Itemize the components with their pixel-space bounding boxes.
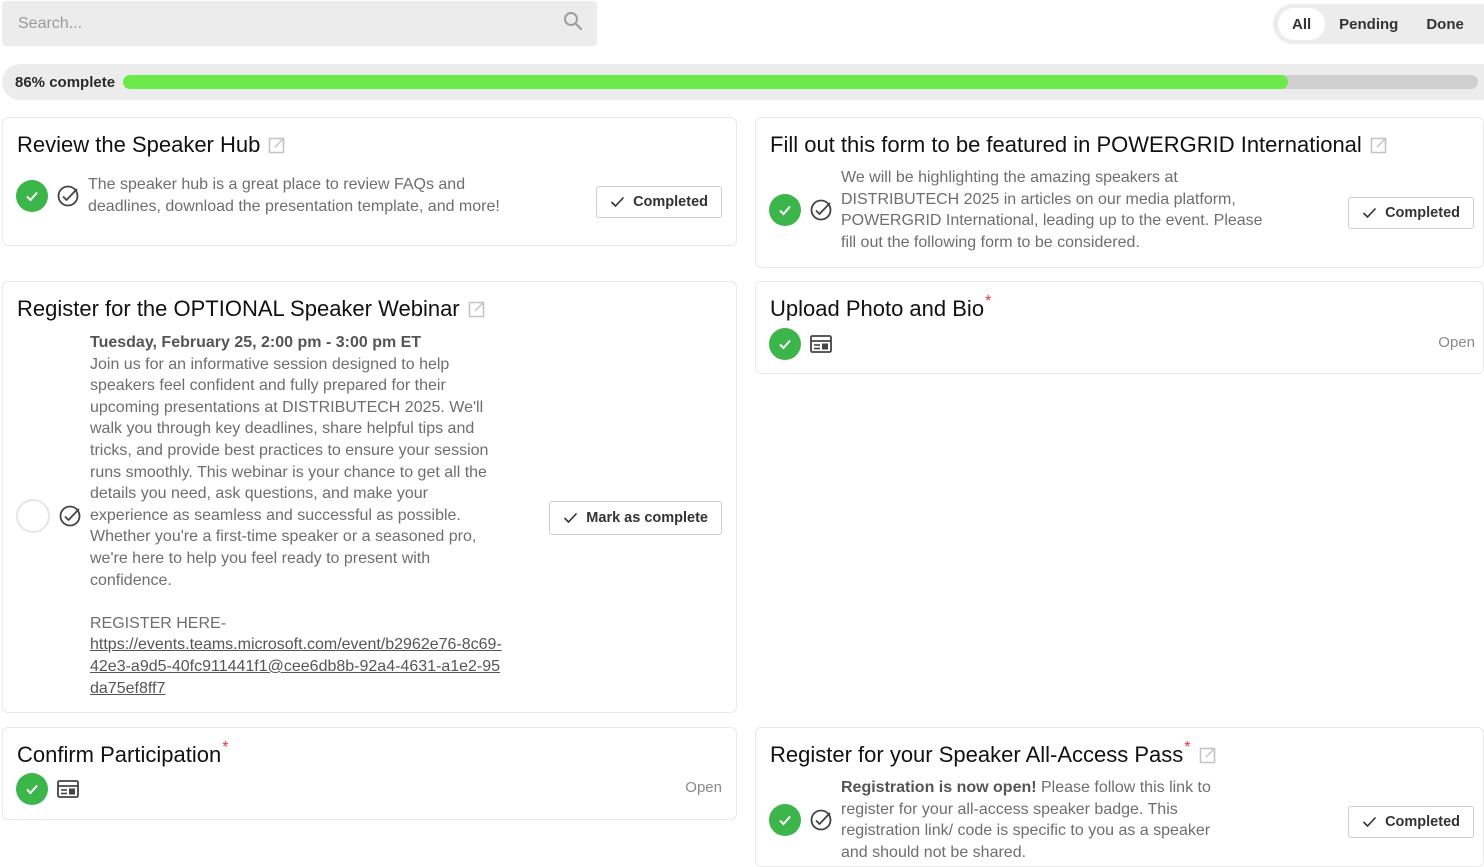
- mark-as-complete-button[interactable]: Mark as complete: [549, 501, 722, 535]
- task-card-speaker-webinar: Register for the OPTIONAL Speaker Webina…: [2, 281, 737, 713]
- external-link-icon[interactable]: [1199, 746, 1217, 764]
- completed-button[interactable]: Completed: [1348, 806, 1474, 838]
- task-card-speaker-hub: Review the Speaker Hub The speaker hub i…: [2, 117, 737, 246]
- task-title[interactable]: Confirm Participation *: [17, 739, 229, 768]
- filter-pending[interactable]: Pending: [1325, 8, 1412, 40]
- check-circle-icon: [810, 199, 832, 221]
- status-complete-icon[interactable]: [16, 179, 48, 212]
- filter-all[interactable]: All: [1278, 8, 1326, 40]
- check-icon: [564, 512, 578, 524]
- task-title[interactable]: Register for the OPTIONAL Speaker Webina…: [17, 296, 486, 322]
- task-card-confirm-participation: Confirm Participation * Open: [2, 727, 737, 820]
- task-title[interactable]: Review the Speaker Hub: [17, 132, 286, 158]
- task-card-upload-photo-bio: Upload Photo and Bio * Open: [755, 281, 1484, 374]
- task-title[interactable]: Register for your Speaker All-Access Pas…: [770, 739, 1217, 768]
- form-icon: [57, 780, 79, 798]
- search-input[interactable]: [16, 13, 540, 34]
- status-complete-icon[interactable]: [769, 328, 801, 360]
- task-description: Registration is now open! Please follow …: [841, 779, 1211, 861]
- check-icon: [1363, 816, 1377, 828]
- progress-track: [123, 75, 1478, 89]
- filter-toggle: All Pending Done: [1273, 4, 1484, 44]
- external-link-icon[interactable]: [1370, 136, 1388, 154]
- task-description: Tuesday, February 25, 2:00 pm - 3:00 pm …: [90, 334, 502, 697]
- completed-button[interactable]: Completed: [1348, 197, 1474, 229]
- required-marker: *: [985, 293, 992, 310]
- task-title[interactable]: Upload Photo and Bio *: [770, 293, 992, 322]
- progress-label: 86% complete: [15, 73, 116, 91]
- status-complete-icon[interactable]: [769, 194, 801, 227]
- register-link[interactable]: https://events.teams.microsoft.com/event…: [90, 636, 502, 696]
- progress-bar: 86% complete: [2, 64, 1484, 100]
- external-link-icon[interactable]: [268, 136, 286, 154]
- task-description: We will be highlighting the amazing spea…: [841, 169, 1263, 251]
- status-complete-icon[interactable]: [16, 773, 48, 805]
- task-card-all-access-pass: Register for your Speaker All-Access Pas…: [755, 727, 1484, 867]
- status-incomplete-icon[interactable]: [16, 498, 50, 533]
- filter-done[interactable]: Done: [1412, 8, 1478, 40]
- check-circle-icon: [57, 185, 79, 206]
- task-card-powergrid-form: Fill out this form to be featured in POW…: [755, 117, 1484, 268]
- task-status-text: Open: [1438, 334, 1475, 351]
- task-title[interactable]: Fill out this form to be featured in POW…: [770, 132, 1388, 158]
- external-link-icon[interactable]: [468, 300, 486, 318]
- check-circle-icon: [59, 505, 81, 526]
- task-description: The speaker hub is a great place to revi…: [88, 176, 500, 215]
- completed-button[interactable]: Completed: [596, 186, 722, 218]
- required-marker: *: [222, 739, 229, 756]
- task-status-text: Open: [685, 779, 722, 796]
- check-circle-icon: [810, 809, 832, 831]
- search-icon[interactable]: [563, 11, 583, 36]
- check-icon: [1363, 207, 1377, 219]
- status-complete-icon[interactable]: [769, 804, 801, 837]
- search-bar[interactable]: [2, 1, 597, 46]
- webinar-date: Tuesday, February 25, 2:00 pm - 3:00 pm …: [90, 334, 422, 351]
- register-label: REGISTER HERE-: [90, 614, 227, 632]
- required-marker: *: [1184, 739, 1191, 756]
- check-icon: [611, 196, 625, 208]
- form-icon: [810, 335, 832, 353]
- progress-fill: [123, 75, 1289, 89]
